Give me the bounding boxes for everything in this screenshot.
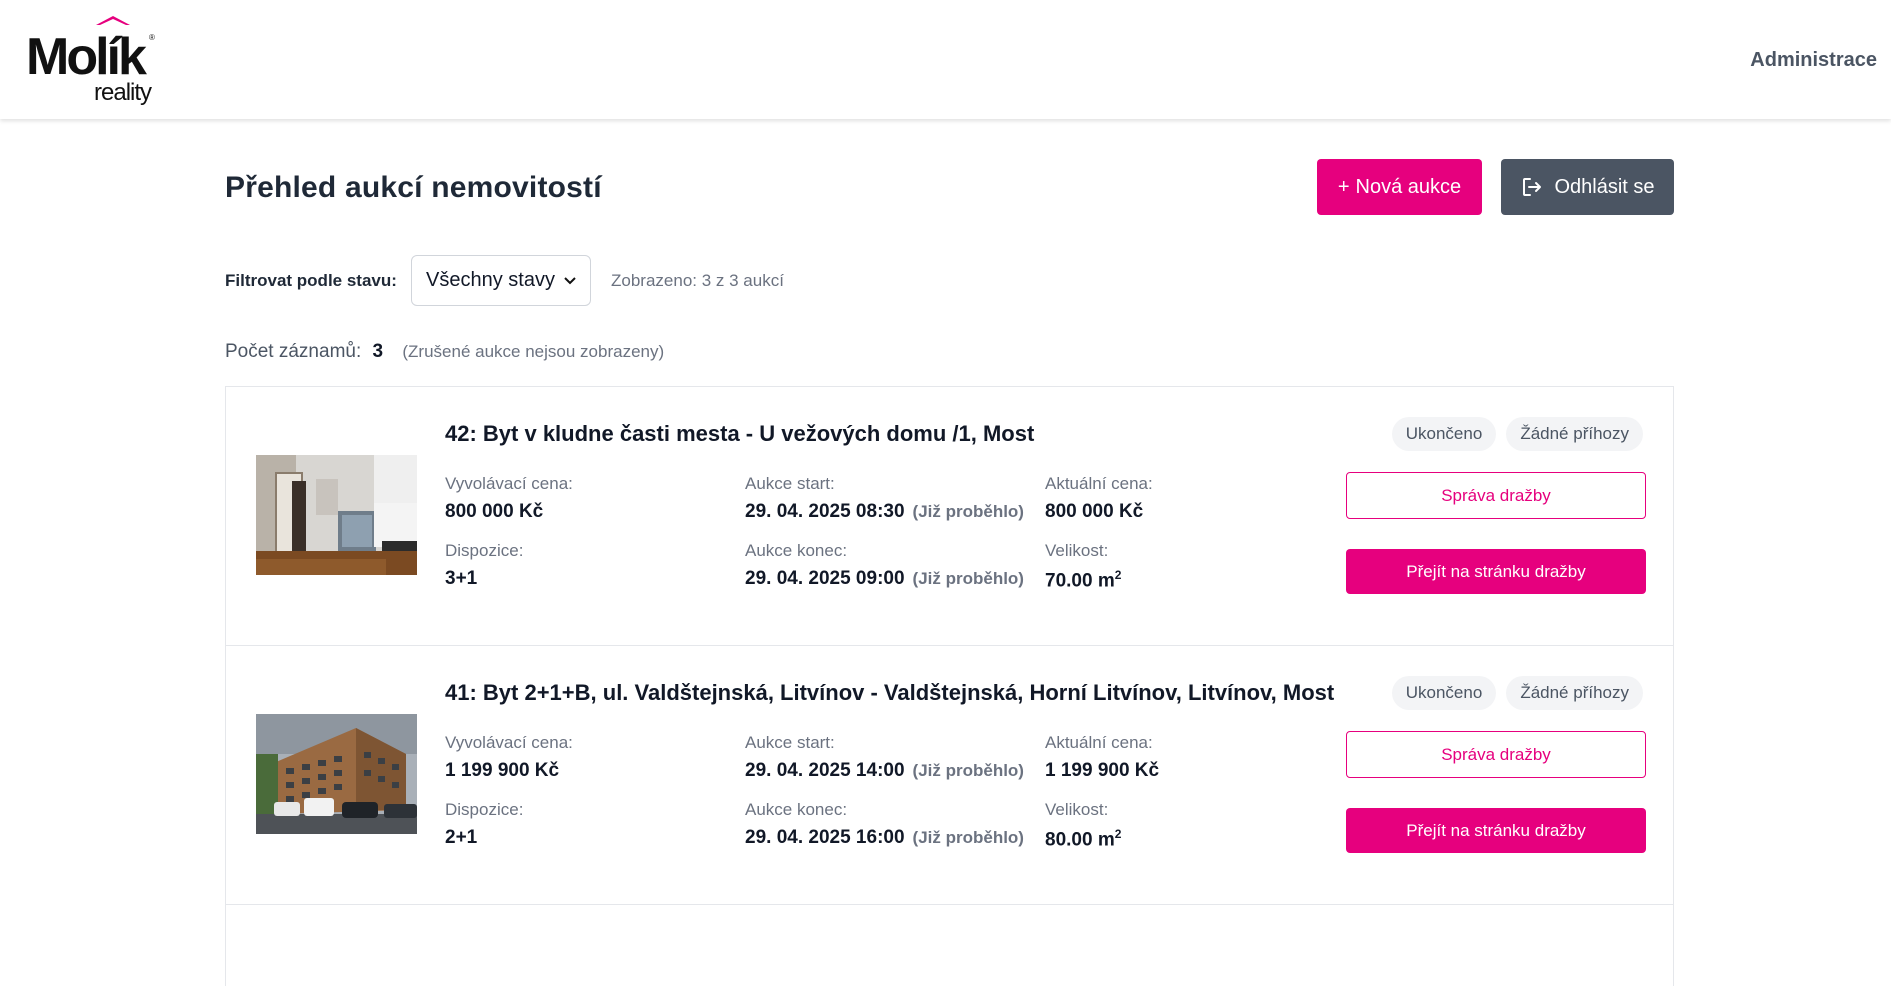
auction-start: Aukce start: 29. 04. 2025 14:00 (Již prob…	[745, 733, 1024, 782]
auction-start-label: Aukce start:	[745, 733, 835, 752]
starting-price-label: Vyvolávací cena:	[445, 733, 573, 752]
status-select[interactable]: Všechny stavy	[411, 255, 591, 306]
auction-start-date: 29. 04. 2025 08:30	[745, 501, 905, 522]
current-price-label: Aktuální cena:	[1045, 474, 1153, 493]
size-value: 80.00 m2	[1045, 827, 1121, 851]
auction-start: Aukce start: 29. 04. 2025 08:30 (Již prob…	[745, 474, 1024, 523]
logo-subtext: reality	[94, 79, 152, 106]
auction-end-label: Aukce konec:	[745, 541, 848, 560]
auction-start-value: 29. 04. 2025 14:00 (Již proběhlo)	[745, 760, 1024, 782]
size-number: 80.00 m	[1045, 829, 1115, 851]
status-select-value: Všechny stavy	[426, 269, 555, 291]
layout: Dispozice: 3+1	[445, 541, 523, 590]
shown-count: Zobrazeno: 3 z 3 aukcí	[611, 271, 784, 290]
logo-text: Molík	[26, 28, 147, 86]
logout-icon	[1523, 178, 1542, 196]
page-title: Přehled aukcí nemovitostí	[225, 171, 602, 204]
building-photo	[256, 714, 417, 834]
record-count-label: Počet záznamů:	[225, 341, 362, 362]
logout-button[interactable]: Odhlásit se	[1501, 159, 1674, 215]
auction-end-date: 29. 04. 2025 16:00	[745, 827, 905, 848]
size: Velikost: 70.00 m2	[1045, 541, 1121, 592]
auction-end: Aukce konec: 29. 04. 2025 09:00 (Již prob…	[745, 541, 1024, 590]
record-count: Počet záznamů: 3 (Zrušené aukce nejsou z…	[225, 341, 664, 363]
current-price-label: Aktuální cena:	[1045, 733, 1153, 752]
auction-end-value: 29. 04. 2025 16:00 (Již proběhlo)	[745, 827, 1024, 849]
starting-price-value: 1 199 900 Kč	[445, 760, 560, 781]
auction-start-label: Aukce start:	[745, 474, 835, 493]
plus-icon: +	[1337, 175, 1350, 198]
auction-list: 42: Byt v kludne časti mesta - U vežovýc…	[225, 386, 1674, 986]
size-value: 70.00 m2	[1045, 568, 1121, 592]
size-number: 70.00 m	[1045, 570, 1115, 592]
filter-label: Filtrovat podle stavu:	[225, 271, 397, 290]
size: Velikost: 80.00 m2	[1045, 800, 1121, 851]
auction-card: 41: Byt 2+1+B, ul. Valdštejnská, Litvíno…	[226, 646, 1673, 905]
go-to-auction-button[interactable]: Přejít na stránku dražby	[1346, 808, 1646, 853]
past-note: (Již proběhlo)	[912, 569, 1024, 588]
logo-graphic: Molík ® reality	[26, 16, 155, 106]
layout-label: Dispozice:	[445, 800, 524, 819]
new-auction-label: Nová aukce	[1355, 175, 1462, 198]
size-label: Velikost:	[1045, 541, 1109, 560]
manage-auction-button[interactable]: Správa dražby	[1346, 472, 1646, 519]
bids-badge: Žádné příhozy	[1506, 676, 1643, 710]
administrace-link[interactable]: Administrace	[1750, 49, 1877, 72]
starting-price: Vyvolávací cena: 800 000 Kč	[445, 474, 573, 523]
registered-mark: ®	[149, 33, 155, 42]
size-label: Velikost:	[1045, 800, 1109, 819]
logout-label: Odhlásit se	[1554, 175, 1655, 198]
auction-badges: Ukončeno Žádné příhozy	[1391, 676, 1643, 710]
current-price-value: 800 000 Kč	[1045, 501, 1144, 522]
status-filter: Filtrovat podle stavu: Všechny stavy Zob…	[225, 255, 925, 307]
auction-title[interactable]: 42: Byt v kludne časti mesta - U vežovýc…	[445, 421, 1034, 447]
go-to-auction-button[interactable]: Přejít na stránku dražby	[1346, 549, 1646, 594]
layout-label: Dispozice:	[445, 541, 524, 560]
current-price-value: 1 199 900 Kč	[1045, 760, 1160, 781]
starting-price: Vyvolávací cena: 1 199 900 Kč	[445, 733, 573, 782]
new-auction-button[interactable]: + Nová aukce	[1317, 159, 1482, 215]
starting-price-value: 800 000 Kč	[445, 501, 544, 522]
auction-title[interactable]: 41: Byt 2+1+B, ul. Valdštejnská, Litvíno…	[445, 680, 1334, 706]
past-note: (Již proběhlo)	[912, 502, 1024, 521]
auction-end: Aukce konec: 29. 04. 2025 16:00 (Již prob…	[745, 800, 1024, 849]
brand-logo[interactable]: Molík ® reality	[26, 16, 160, 106]
layout-value: 3+1	[445, 568, 478, 589]
auction-badges: Ukončeno Žádné příhozy	[1391, 417, 1643, 451]
cancelled-note: (Zrušené aukce nejsou zobrazeny)	[402, 342, 665, 361]
size-unit-sup: 2	[1114, 827, 1122, 841]
current-price: Aktuální cena: 1 199 900 Kč	[1045, 733, 1159, 782]
auction-end-label: Aukce konec:	[745, 800, 848, 819]
top-header: Molík ® reality Administrace	[0, 0, 1891, 119]
current-price: Aktuální cena: 800 000 Kč	[1045, 474, 1153, 523]
auction-start-date: 29. 04. 2025 14:00	[745, 760, 905, 781]
bids-badge: Žádné příhozy	[1506, 417, 1643, 451]
manage-auction-button[interactable]: Správa dražby	[1346, 731, 1646, 778]
chevron-down-icon	[564, 276, 576, 284]
property-photo[interactable]	[256, 714, 417, 834]
property-photo[interactable]	[256, 455, 417, 575]
record-count-value: 3	[372, 341, 384, 362]
layout-value: 2+1	[445, 827, 478, 848]
auction-end-date: 29. 04. 2025 09:00	[745, 568, 905, 589]
starting-price-label: Vyvolávací cena:	[445, 474, 573, 493]
status-badge: Ukončeno	[1391, 417, 1497, 451]
auction-card: 42: Byt v kludne časti mesta - U vežovýc…	[226, 387, 1673, 646]
layout: Dispozice: 2+1	[445, 800, 523, 849]
status-badge: Ukončeno	[1391, 676, 1497, 710]
kitchen-photo	[256, 455, 417, 575]
auction-start-value: 29. 04. 2025 08:30 (Již proběhlo)	[745, 501, 1024, 523]
past-note: (Již proběhlo)	[912, 761, 1024, 780]
size-unit-sup: 2	[1114, 568, 1122, 582]
auction-end-value: 29. 04. 2025 09:00 (Již proběhlo)	[745, 568, 1024, 590]
past-note: (Již proběhlo)	[912, 828, 1024, 847]
